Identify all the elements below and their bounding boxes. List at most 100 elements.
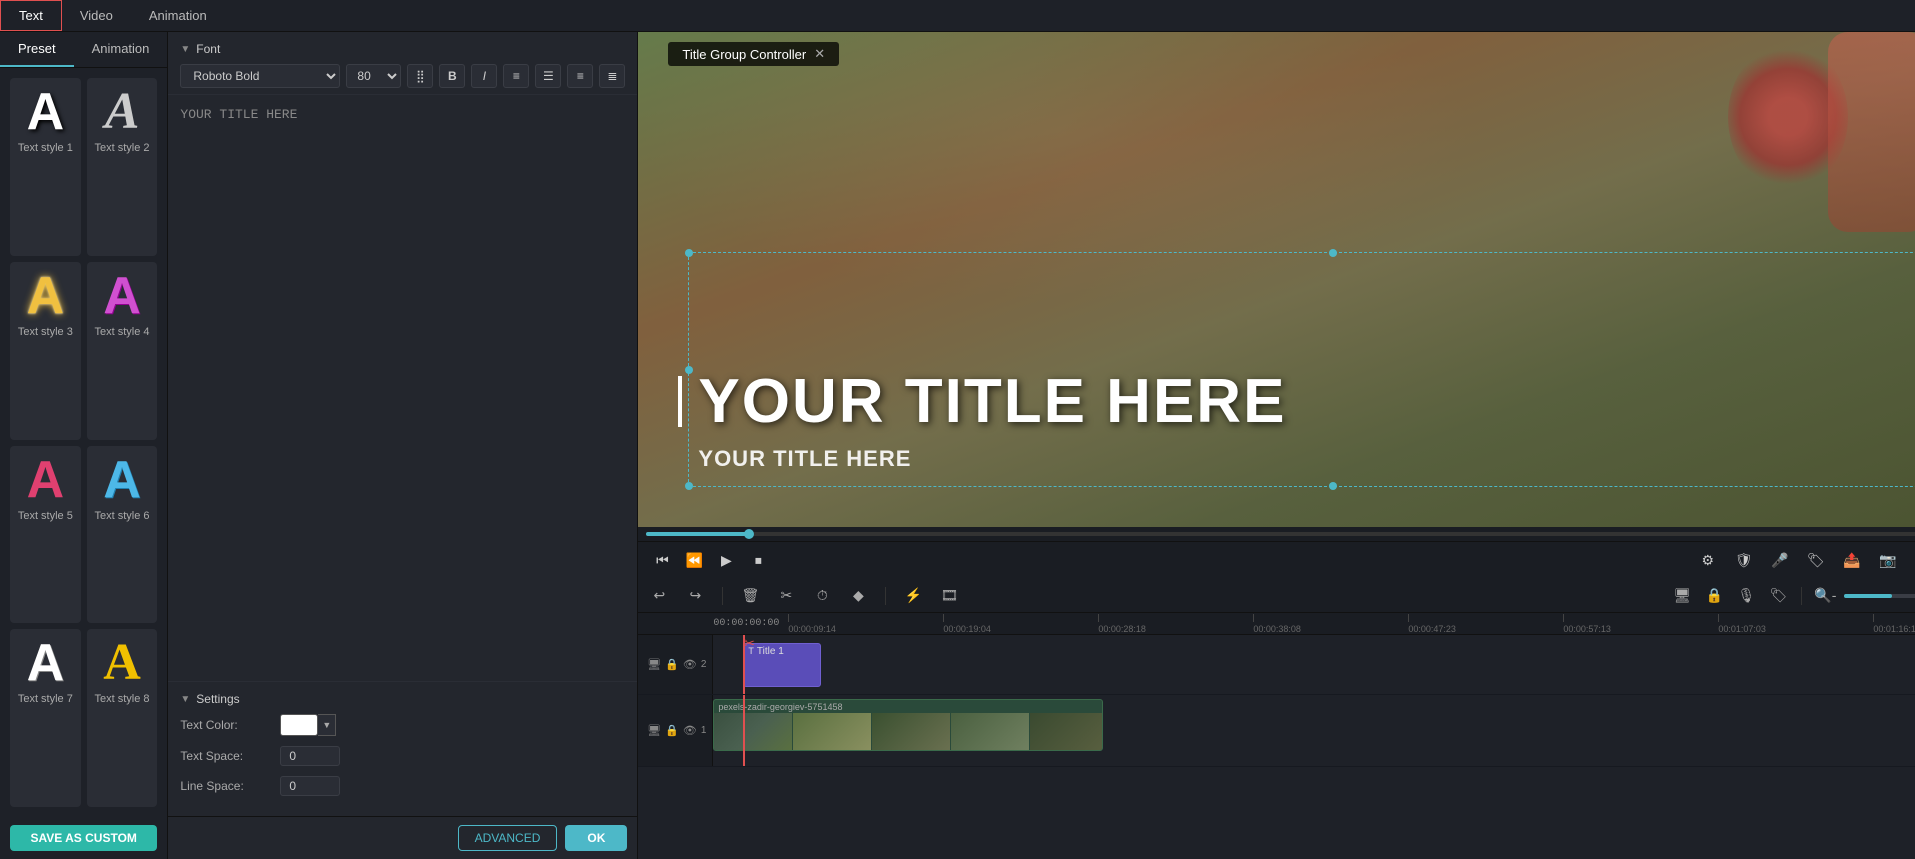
toolbar-separator-1 (722, 587, 723, 605)
zoom-out-button[interactable]: 🔍- (1812, 583, 1838, 609)
bold-button[interactable]: B (439, 64, 465, 88)
export-button[interactable]: 📤 (1838, 547, 1866, 575)
save-custom-button[interactable]: SAVE AS CUSTOM (10, 825, 157, 851)
style-letter-5: A (27, 454, 65, 506)
style-label-2: Text style 2 (95, 142, 150, 154)
ruler-mark-2: 00:00:28:18 (1098, 614, 1253, 634)
undo-button[interactable]: ↩ (646, 583, 672, 609)
font-section: ▼ Font Roboto Bold 80 ⣿ B I (168, 32, 637, 95)
style-item-3[interactable]: A Text style 3 (10, 262, 81, 440)
redo-button[interactable]: ↪ (682, 583, 708, 609)
align-right-button[interactable]: ≡ (567, 64, 593, 88)
mic2-button[interactable]: 🎙 (1733, 583, 1759, 609)
timeline-ruler: 00:00:00:00 00:00:09:14 00:00:19:04 00:0… (638, 613, 1915, 635)
align-center-icon: ☰ (543, 69, 554, 83)
ok-button[interactable]: OK (565, 825, 627, 851)
top-tabs-bar: Text Video Animation (0, 0, 1915, 32)
tab-text[interactable]: Text (0, 0, 62, 31)
style-item-6[interactable]: A Text style 6 (87, 446, 158, 624)
diamond-button[interactable]: ◆ (845, 583, 871, 609)
preview-right-controls: ⚙ 🛡 🎤 🏷 📤 📷 🔊 ⛶ Full ▼ (1694, 547, 1915, 575)
track-eye-icon[interactable]: 👁 (683, 658, 697, 671)
text-editor-area: YOUR TITLE HERE (168, 95, 637, 682)
controller-close-icon[interactable]: ✕ (814, 46, 825, 62)
italic-button[interactable]: I (471, 64, 497, 88)
italic-icon: I (483, 69, 486, 83)
align-left-button[interactable]: ≡ (503, 64, 529, 88)
scissors-icon: ✂ (743, 635, 755, 652)
style-letter-6: A (103, 454, 141, 506)
step-back-button[interactable]: ⏪ (680, 547, 708, 575)
track-number-1: 1 (701, 725, 707, 736)
align-center-button[interactable]: ☰ (535, 64, 561, 88)
track-monitor-icon[interactable]: 🖥 (647, 658, 661, 671)
transport-controls: ⏮ ⏪ ▶ ⏹ (648, 547, 772, 575)
color-dropdown-arrow[interactable]: ▼ (318, 714, 336, 736)
camera-button[interactable]: 📷 (1874, 547, 1902, 575)
skip-back-button[interactable]: ⏮ (648, 547, 676, 575)
track-lock-icon-1[interactable]: 🔒 (665, 724, 679, 737)
style-letter-7: A (27, 637, 65, 689)
preview-title-main: YOUR TITLE HERE (698, 366, 1286, 437)
timer-button[interactable]: ⏱ (809, 583, 835, 609)
mic-button[interactable]: 🎤 (1766, 547, 1794, 575)
style-grid: A Text style 1 A Text style 2 A Text sty… (0, 68, 167, 817)
subtab-preset[interactable]: Preset (0, 32, 74, 67)
stop-button[interactable]: ⏹ (744, 547, 772, 575)
style-item-2[interactable]: A Text style 2 (87, 78, 158, 256)
tag-button[interactable]: 🏷 (1802, 547, 1830, 575)
progress-bar[interactable] (646, 532, 1915, 536)
bottom-actions: ADVANCED OK (168, 816, 637, 859)
volume-button[interactable]: 🔊 (1910, 547, 1915, 575)
delete-button[interactable]: 🗑 (737, 583, 763, 609)
style-item-7[interactable]: A Text style 7 (10, 629, 81, 807)
style-label-7: Text style 7 (18, 693, 73, 705)
text-color-swatch[interactable] (280, 714, 318, 736)
style-item-5[interactable]: A Text style 5 (10, 446, 81, 624)
play-button[interactable]: ▶ (712, 547, 740, 575)
justify-button[interactable]: ≣ (599, 64, 625, 88)
style-item-1[interactable]: A Text style 1 (10, 78, 81, 256)
settings-button[interactable]: ⚙ (1694, 547, 1722, 575)
sliders-button[interactable]: ⚡ (900, 583, 926, 609)
timeline-right-tools: 🖥 🔒 🎙 🏷 🔍- 🔍+ + ⊞ (1669, 583, 1915, 609)
video-clip[interactable]: pexels-zadir-georgiev-5751458 (713, 699, 1103, 751)
text-input[interactable]: YOUR TITLE HERE (180, 107, 625, 669)
tab-video[interactable]: Video (62, 0, 131, 31)
track-eye-icon-1[interactable]: 👁 (683, 724, 697, 737)
track-number-2: 2 (701, 659, 707, 670)
style-label-5: Text style 5 (18, 510, 73, 522)
settings-section: ▼ Settings Text Color: ▼ Text Space: Lin… (168, 682, 637, 816)
style-item-8[interactable]: A Text style 8 (87, 629, 158, 807)
font-family-select[interactable]: Roboto Bold (180, 64, 340, 88)
text-space-input[interactable] (280, 746, 340, 766)
font-section-arrow: ▼ (180, 44, 190, 55)
style-letter-4: A (103, 270, 141, 322)
style-label-8: Text style 8 (95, 693, 150, 705)
ruler-mark-0: 00:00:09:14 (788, 614, 943, 634)
tag2-button[interactable]: 🏷 (1765, 583, 1791, 609)
monitor-button[interactable]: 🖥 (1669, 583, 1695, 609)
settings-section-header: ▼ Settings (180, 692, 625, 706)
filmstrip-button[interactable]: 🎞 (936, 583, 962, 609)
cut-button[interactable]: ✂ (773, 583, 799, 609)
tab-animation[interactable]: Animation (131, 0, 225, 31)
shield-button[interactable]: 🛡 (1730, 547, 1758, 575)
track-monitor-icon-1[interactable]: 🖥 (647, 724, 661, 737)
style-letter-1: A (27, 86, 65, 138)
track-info-1: 🖥 🔒 👁 1 (638, 695, 713, 766)
font-size-select[interactable]: 80 (346, 64, 401, 88)
center-panel: ▼ Font Roboto Bold 80 ⣿ B I (168, 32, 638, 859)
line-space-input[interactable] (280, 776, 340, 796)
style-label-3: Text style 3 (18, 326, 73, 338)
subtab-animation[interactable]: Animation (74, 32, 168, 67)
right-section: Title Group Controller ✕ YOUR TITLE HERE (638, 32, 1915, 859)
track-lock-icon[interactable]: 🔒 (665, 658, 679, 671)
video-thumb-4 (951, 713, 1029, 751)
columns-button[interactable]: ⣿ (407, 64, 433, 88)
progress-handle[interactable] (744, 529, 754, 539)
style-item-4[interactable]: A Text style 4 (87, 262, 158, 440)
advanced-button[interactable]: ADVANCED (458, 825, 558, 851)
zoom-slider[interactable] (1844, 594, 1915, 598)
lock-button[interactable]: 🔒 (1701, 583, 1727, 609)
